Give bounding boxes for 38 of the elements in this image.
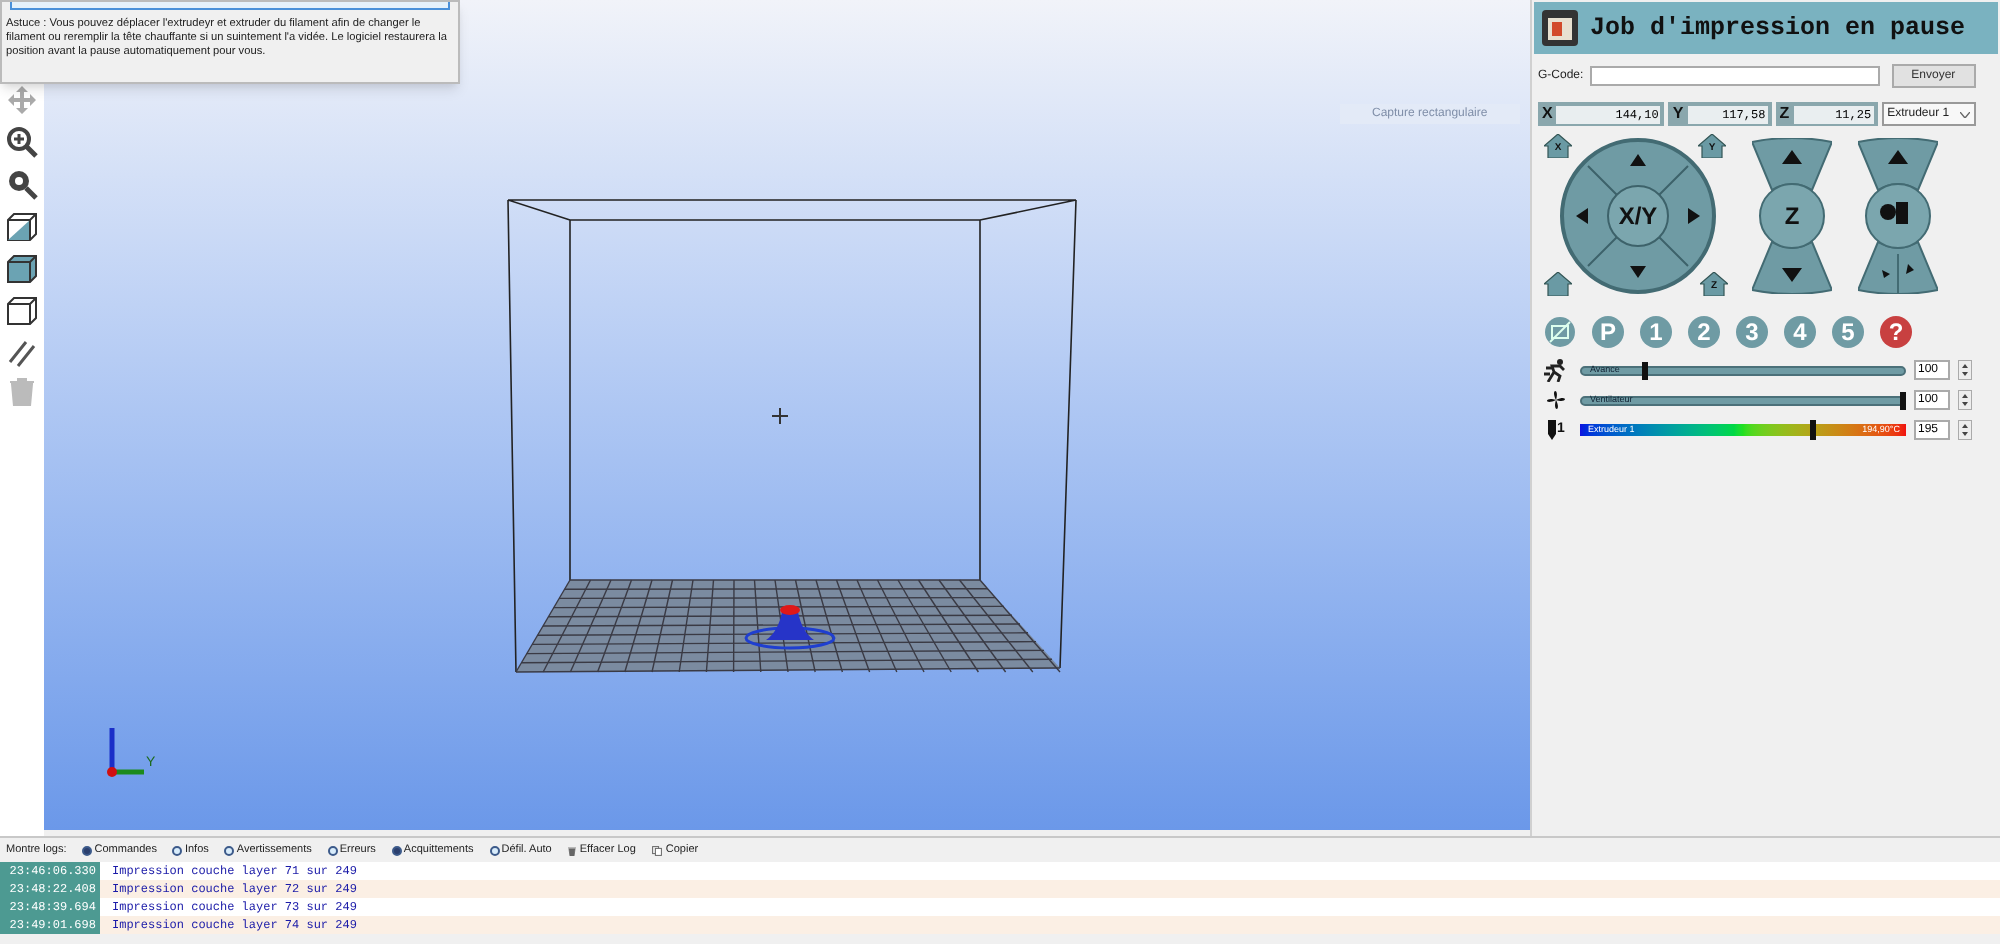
motors-off-icon[interactable] — [1544, 316, 1576, 348]
axis-letter: X — [1542, 102, 1553, 126]
extruder-jog-pad[interactable] — [1858, 138, 1938, 294]
parallel-lines-icon[interactable] — [6, 336, 38, 368]
gcode-field[interactable] — [1589, 66, 1880, 86]
house-icon — [1544, 272, 1572, 296]
cube-icon[interactable] — [6, 294, 38, 326]
xy-jog-pad[interactable] — [1560, 138, 1716, 294]
fan-icon — [1544, 388, 1568, 412]
xy-label: X/Y — [1618, 200, 1658, 234]
chevron-down-icon — [1959, 111, 1970, 117]
slider-thumb[interactable] — [1900, 391, 1906, 409]
slider-thumb[interactable] — [1642, 361, 1649, 379]
z-jog-pad[interactable] — [1752, 138, 1832, 294]
spinner-icon[interactable] — [1958, 360, 1972, 380]
house-icon — [1698, 134, 1726, 158]
cube-icon[interactable] — [6, 252, 38, 284]
running-person-icon — [1542, 358, 1570, 382]
button[interactable] — [10, 2, 450, 10]
crosshair-icon — [772, 408, 788, 424]
panel-title: Job d'impression en pause — [1590, 11, 1966, 46]
temperature-marker[interactable] — [1810, 420, 1817, 440]
nozzle-icon — [1547, 420, 1556, 440]
copy-icon — [651, 845, 662, 855]
cube-icon[interactable] — [6, 210, 38, 242]
round-button[interactable]: ? — [1880, 316, 1912, 348]
spinner-icon[interactable] — [1958, 420, 1972, 440]
axis-letter: Z — [1779, 102, 1790, 126]
zoom-in-icon[interactable] — [6, 126, 38, 158]
app-logo-icon — [1542, 10, 1578, 46]
house-icon — [1700, 272, 1728, 296]
axis-letter: Y — [1672, 102, 1684, 126]
spinner-icon[interactable] — [1958, 390, 1972, 410]
z-label: Z — [1784, 200, 1800, 234]
home-button[interactable] — [1544, 272, 1572, 296]
zoom-fit-icon[interactable] — [6, 168, 38, 200]
house-icon — [1544, 134, 1572, 158]
trash-icon — [567, 845, 576, 855]
